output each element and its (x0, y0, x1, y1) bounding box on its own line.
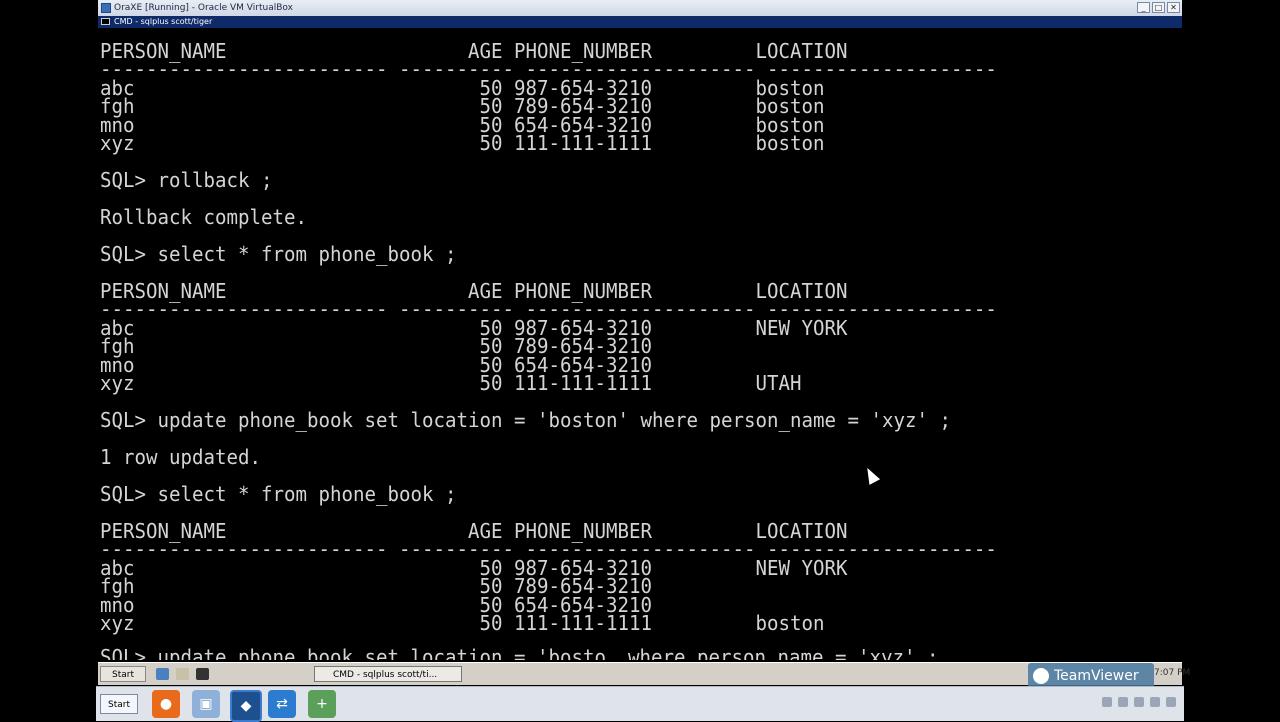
teamviewer-label: TeamViewer (1054, 668, 1139, 684)
terminal-line: mno 50 654-654-3210 (100, 353, 652, 377)
terminal-line: abc 50 987-654-3210 boston (100, 76, 825, 100)
terminal-line: SQL> rollback ; (100, 168, 273, 192)
terminal-line: SQL> select * from phone_book ; (100, 482, 457, 506)
terminal-line: abc 50 987-654-3210 NEW YORK (100, 316, 848, 340)
terminal-line: mno 50 654-654-3210 boston (100, 113, 825, 137)
firefox-icon[interactable]: ● (152, 690, 180, 718)
terminal-line: 1 row updated. (100, 445, 261, 469)
file-manager-icon[interactable]: ▣ (192, 690, 220, 718)
cmd-icon (101, 18, 110, 25)
terminal-line: SQL> update phone_book set location = 'b… (100, 408, 951, 432)
host-start-button[interactable]: Start (100, 694, 138, 714)
system-tray (1102, 697, 1176, 707)
terminal-line: abc 50 987-654-3210 NEW YORK (100, 556, 848, 580)
vm-start-button[interactable]: Start (100, 666, 146, 682)
host-taskbar: Start ● ▣ ◆ ⇄ + (96, 686, 1184, 722)
close-button[interactable]: ✕ (1167, 2, 1180, 13)
vm-taskbar: Start CMD - sqlplus scott/ti... (98, 662, 1182, 685)
window-controls: _ □ ✕ (1137, 2, 1180, 13)
tray-update-icon[interactable] (1150, 697, 1160, 707)
tray-security-icon[interactable] (1166, 697, 1176, 707)
prompt-text-before-cursor: SQL> update phone_book set location = 'b… (100, 645, 606, 660)
teamviewer-icon (1033, 668, 1049, 684)
quicklaunch-desktop-icon[interactable] (176, 668, 189, 680)
quicklaunch-ie-icon[interactable] (156, 668, 169, 680)
tool-icon[interactable]: + (308, 690, 336, 718)
cmd-titlebar: CMD - sqlplus scott/tiger (98, 16, 1182, 28)
tray-network-icon[interactable] (1102, 697, 1112, 707)
prompt-text-after-cursor: where person_name = 'xyz' ; (616, 645, 939, 660)
cmd-window-title: CMD - sqlplus scott/tiger (114, 17, 213, 26)
quicklaunch-cmd-icon[interactable] (196, 668, 209, 680)
terminal-output[interactable]: xyz 50 111-111-1111 boston mno 50 654-654… (98, 28, 1182, 660)
terminal-line: PERSON_NAME AGE PHONE_NUMBER LOCATION (100, 519, 848, 543)
virtualbox-icon[interactable]: ◆ (230, 690, 262, 722)
terminal-prompt-line[interactable]: SQL> update phone_book set location = 'b… (100, 645, 939, 660)
terminal-line: Rollback complete. (100, 205, 307, 229)
virtualbox-app-icon (101, 3, 111, 13)
tray-volume-icon[interactable] (1118, 697, 1128, 707)
virtualbox-window-title: OraXE [Running] - Oracle VM VirtualBox (114, 3, 293, 13)
tray-flag-icon[interactable] (1134, 697, 1144, 707)
maximize-button[interactable]: □ (1152, 2, 1165, 13)
terminal-line: PERSON_NAME AGE PHONE_NUMBER LOCATION (100, 279, 848, 303)
vm-clock: 7:07 PM (1154, 668, 1191, 678)
minimize-button[interactable]: _ (1137, 2, 1150, 13)
terminal-line: mno 50 654-654-3210 (100, 593, 652, 617)
virtualbox-titlebar: OraXE [Running] - Oracle VM VirtualBox _… (98, 0, 1182, 17)
taskbar-cmd-task[interactable]: CMD - sqlplus scott/ti... (314, 666, 462, 682)
terminal-line: SQL> select * from phone_book ; (100, 242, 457, 266)
teamviewer-taskbar-icon[interactable]: ⇄ (268, 690, 296, 718)
terminal-line: PERSON_NAME AGE PHONE_NUMBER LOCATION (100, 39, 848, 63)
